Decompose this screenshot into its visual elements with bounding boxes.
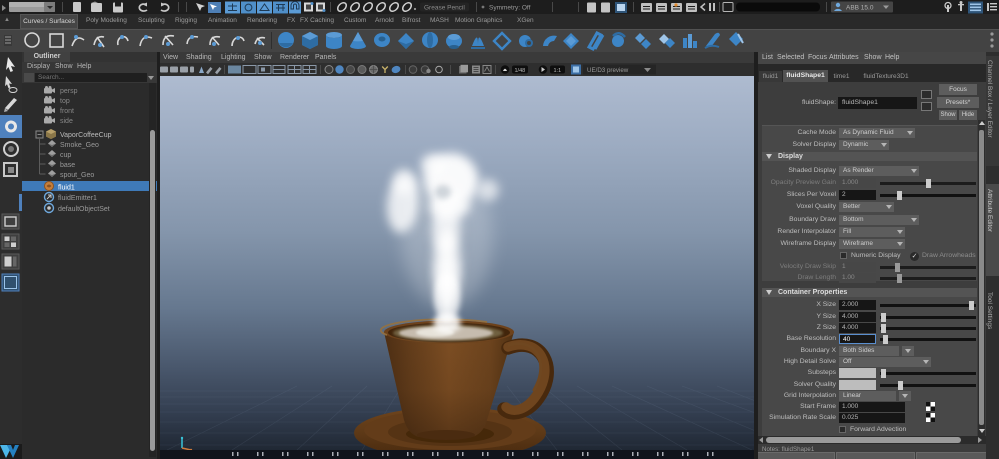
svg-text:1:1: 1:1 bbox=[554, 68, 562, 74]
svg-text:Smoke_Geo: Smoke_Geo bbox=[60, 142, 99, 149]
svg-text:persp: persp bbox=[60, 88, 78, 95]
svg-text:side: side bbox=[60, 118, 73, 125]
svg-text:ABB 15.0: ABB 15.0 bbox=[846, 5, 874, 12]
svg-text:Grease Pencil: Grease Pencil bbox=[424, 5, 465, 12]
svg-text:1/48: 1/48 bbox=[515, 68, 526, 74]
svg-text:cup: cup bbox=[60, 152, 71, 159]
svg-text:fluid1: fluid1 bbox=[58, 185, 75, 192]
svg-text:defaultObjectSet: defaultObjectSet bbox=[58, 206, 110, 213]
svg-text:spout_Geo: spout_Geo bbox=[60, 172, 94, 179]
svg-text:UE/D3 preview: UE/D3 preview bbox=[587, 67, 629, 74]
svg-text:top: top bbox=[60, 98, 70, 105]
svg-text:Symmetry: Off: Symmetry: Off bbox=[489, 5, 531, 12]
svg-text:base: base bbox=[60, 162, 75, 169]
svg-text:front: front bbox=[60, 108, 74, 115]
svg-text:fluidEmitter1: fluidEmitter1 bbox=[58, 195, 97, 202]
svg-text:VaporCoffeeCup: VaporCoffeeCup bbox=[60, 132, 112, 139]
